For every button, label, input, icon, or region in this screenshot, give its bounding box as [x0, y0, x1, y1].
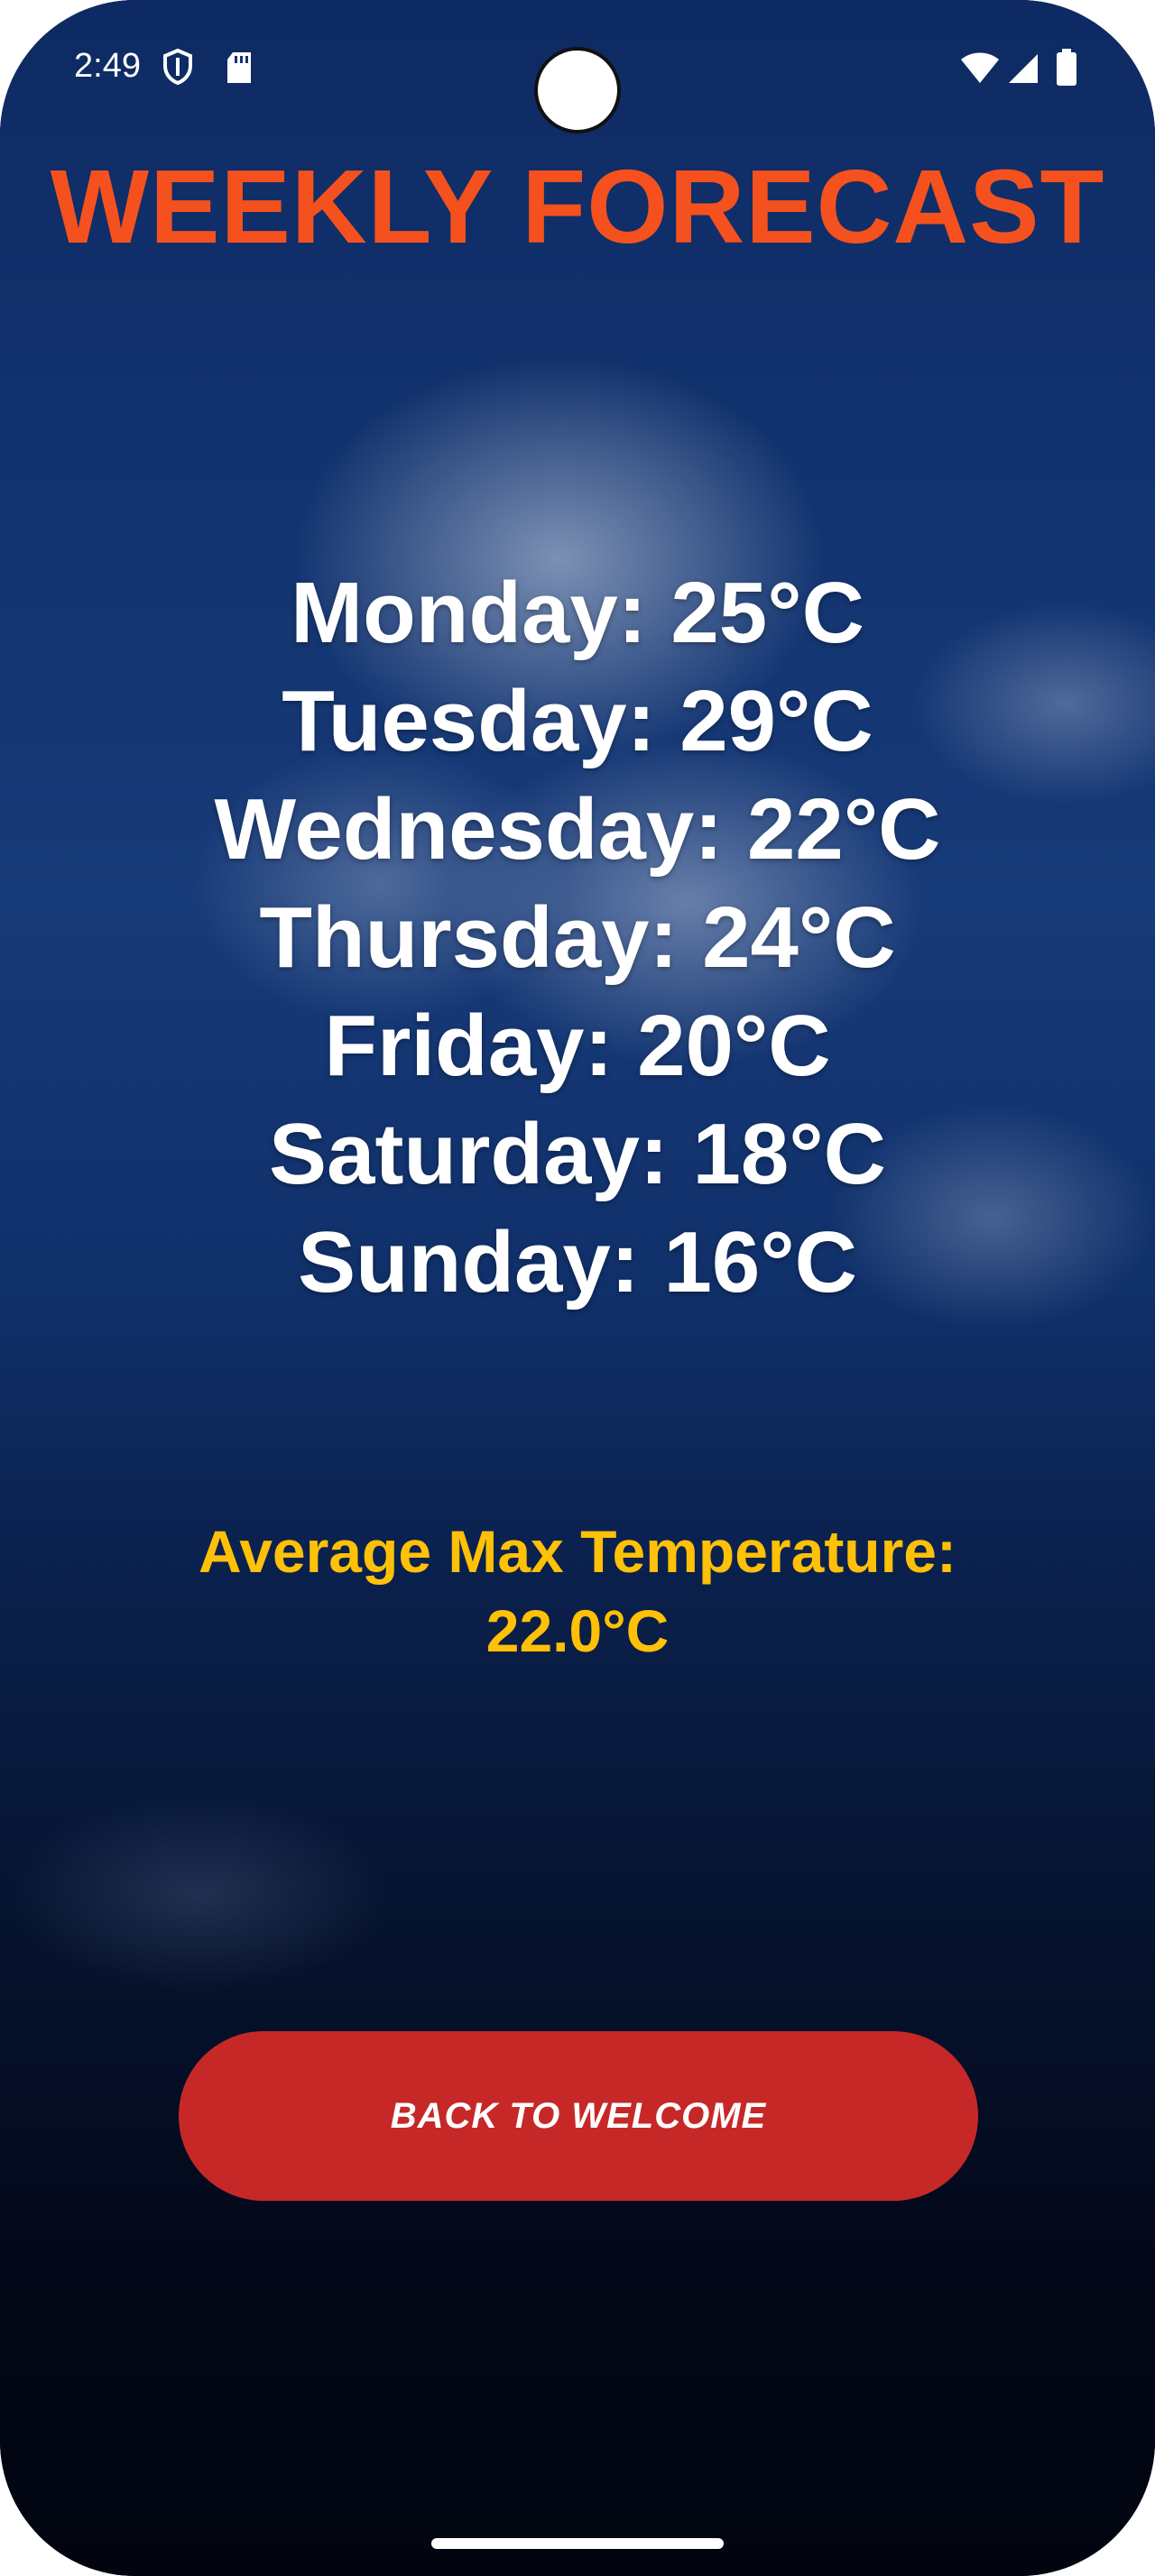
- forecast-item-wednesday: Wednesday: 22°C: [214, 781, 941, 878]
- forecast-item-saturday: Saturday: 18°C: [269, 1106, 886, 1202]
- status-time: 2:49: [74, 47, 141, 85]
- forecast-item-thursday: Thursday: 24°C: [259, 889, 896, 986]
- forecast-list: Monday: 25°C Tuesday: 29°C Wednesday: 22…: [0, 559, 1155, 1317]
- average-label: Average Max Temperature:: [199, 1518, 956, 1585]
- shield-icon: [162, 48, 193, 89]
- battery-icon: [1056, 49, 1077, 91]
- cloud-background: 2:49 WEEKLY FORECAST Monday: 25°C Tuesda…: [0, 0, 1155, 2576]
- wifi-icon: [960, 52, 1000, 89]
- signal-icon: [1007, 52, 1040, 89]
- camera-cutout: [534, 47, 621, 133]
- page-title: WEEKLY FORECAST: [50, 148, 1105, 265]
- home-indicator[interactable]: [431, 2538, 724, 2549]
- average-value: 22.0°C: [485, 1597, 670, 1664]
- average-max-temperature: Average Max Temperature: 22.0°C: [144, 1512, 1011, 1670]
- forecast-item-tuesday: Tuesday: 29°C: [282, 673, 873, 769]
- forecast-item-friday: Friday: 20°C: [324, 998, 831, 1094]
- sd-card-icon: [226, 51, 253, 89]
- forecast-item-sunday: Sunday: 16°C: [298, 1214, 857, 1311]
- back-to-welcome-button[interactable]: BACK TO WELCOME: [179, 2031, 978, 2201]
- device-frame: 2:49 WEEKLY FORECAST Monday: 25°C Tuesda…: [0, 0, 1155, 2576]
- forecast-item-monday: Monday: 25°C: [291, 565, 864, 661]
